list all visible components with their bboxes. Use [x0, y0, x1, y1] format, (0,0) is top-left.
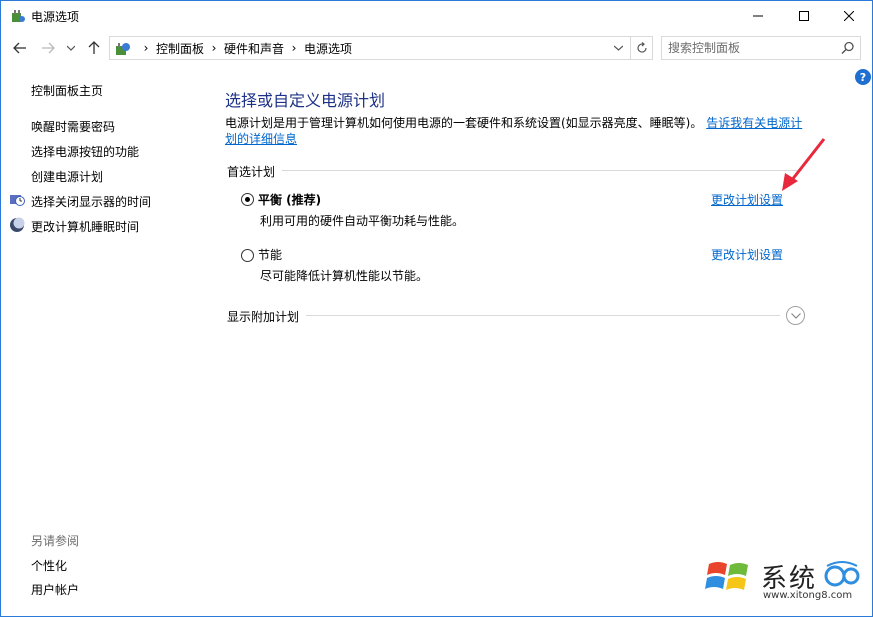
sidebar-item-power-button[interactable]: 选择电源按钮的功能 — [31, 143, 139, 160]
maximize-icon — [799, 11, 809, 21]
watermark: 系统 www.xitong8.com — [705, 556, 865, 606]
preferred-plans-divider — [282, 170, 802, 171]
breadcrumb-power-options[interactable]: 电源选项 — [304, 40, 352, 57]
refresh-icon — [636, 42, 647, 53]
address-dropdown-button[interactable] — [610, 40, 626, 56]
maximize-button[interactable] — [781, 1, 827, 31]
back-button[interactable] — [11, 39, 29, 57]
expand-additional-plans-button[interactable] — [786, 306, 805, 325]
sidebar-item-wake-password[interactable]: 唤醒时需要密码 — [31, 118, 115, 135]
up-button[interactable] — [85, 39, 103, 57]
breadcrumb-separator-icon[interactable]: › — [204, 41, 224, 55]
search-icon[interactable] — [840, 40, 856, 56]
description-text: 电源计划是用于管理计算机如何使用电源的一套硬件和系统设置(如显示器亮度、睡眠等)… — [225, 116, 703, 130]
sleep-moon-icon — [10, 217, 25, 232]
minimize-button[interactable] — [735, 1, 781, 31]
sidebar-item-display-off[interactable]: 选择关闭显示器的时间 — [31, 193, 151, 210]
plan-power-saver-radio[interactable] — [241, 249, 254, 262]
title-bar: 电源选项 — [1, 1, 872, 31]
additional-plans-divider — [306, 315, 780, 316]
sidebar-item-create-plan[interactable]: 创建电源计划 — [31, 168, 103, 185]
page-description: 电源计划是用于管理计算机如何使用电源的一套硬件和系统设置(如显示器亮度、睡眠等)… — [225, 115, 805, 147]
refresh-button[interactable] — [630, 37, 652, 59]
help-icon: ? — [859, 70, 867, 84]
breadcrumb: › 控制面板 › 硬件和声音 › 电源选项 — [136, 37, 352, 59]
control-panel-icon — [116, 43, 130, 55]
watermark-badge-icon — [824, 561, 860, 587]
help-button[interactable]: ? — [855, 69, 871, 85]
chevron-down-icon — [67, 45, 75, 51]
sidebar: 控制面板主页 唤醒时需要密码 选择电源按钮的功能 创建电源计划 选择关闭显示器的… — [1, 65, 206, 615]
chevron-down-icon — [613, 45, 623, 51]
arrow-left-icon — [13, 42, 26, 54]
power-options-icon — [12, 10, 25, 22]
arrow-right-icon — [42, 42, 55, 54]
search-box[interactable] — [661, 36, 861, 60]
plan-balanced-change-settings-link[interactable]: 更改计划设置 — [711, 191, 783, 208]
additional-plans-heading[interactable]: 显示附加计划 — [227, 308, 299, 325]
display-timer-icon — [10, 195, 25, 206]
power-options-window: 电源选项 › 控制面板 › 硬件和声音 › 电源选项 搜索控制面板 控制面板主页… — [0, 0, 873, 617]
breadcrumb-control-panel[interactable]: 控制面板 — [156, 40, 204, 57]
see-also-heading: 另请参阅 — [31, 534, 80, 548]
breadcrumb-separator-icon[interactable]: › — [284, 41, 304, 55]
windows-logo-icon — [705, 562, 748, 590]
plan-balanced-radio[interactable] — [241, 193, 254, 206]
close-icon — [844, 11, 854, 21]
arrow-up-icon — [88, 41, 100, 54]
plan-balanced-description: 利用可用的硬件自动平衡功耗与性能。 — [260, 214, 465, 228]
main-content: ? 选择或自定义电源计划 电源计划是用于管理计算机如何使用电源的一套硬件和系统设… — [206, 65, 872, 615]
plan-power-saver-description: 尽可能降低计算机性能以节能。 — [260, 269, 429, 283]
breadcrumb-separator-icon[interactable]: › — [136, 41, 156, 55]
page-title: 选择或自定义电源计划 — [225, 91, 386, 110]
breadcrumb-hardware-sound[interactable]: 硬件和声音 — [224, 40, 284, 57]
recent-locations-button[interactable] — [65, 39, 77, 57]
address-bar[interactable]: › 控制面板 › 硬件和声音 › 电源选项 — [109, 36, 653, 60]
window-title: 电源选项 — [31, 10, 80, 24]
sidebar-item-sleep-time[interactable]: 更改计算机睡眠时间 — [31, 218, 139, 235]
watermark-url: www.xitong8.com — [763, 590, 853, 601]
plan-power-saver-name[interactable]: 节能 — [258, 246, 282, 263]
search-input[interactable] — [668, 40, 838, 56]
chevron-down-icon — [790, 312, 801, 319]
sidebar-item-user-accounts[interactable]: 用户帐户 — [31, 581, 79, 598]
sidebar-item-personalization[interactable]: 个性化 — [31, 557, 67, 574]
preferred-plans-heading: 首选计划 — [227, 165, 276, 179]
sidebar-item-home[interactable]: 控制面板主页 — [31, 82, 103, 99]
forward-button[interactable] — [39, 39, 57, 57]
plan-balanced-name[interactable]: 平衡 (推荐) — [258, 191, 321, 208]
close-button[interactable] — [826, 1, 872, 31]
navigation-bar: › 控制面板 › 硬件和声音 › 电源选项 — [1, 31, 872, 65]
annotation-arrow-icon — [782, 138, 826, 191]
minimize-icon — [753, 15, 763, 17]
plan-power-saver-change-settings-link[interactable]: 更改计划设置 — [711, 246, 783, 263]
